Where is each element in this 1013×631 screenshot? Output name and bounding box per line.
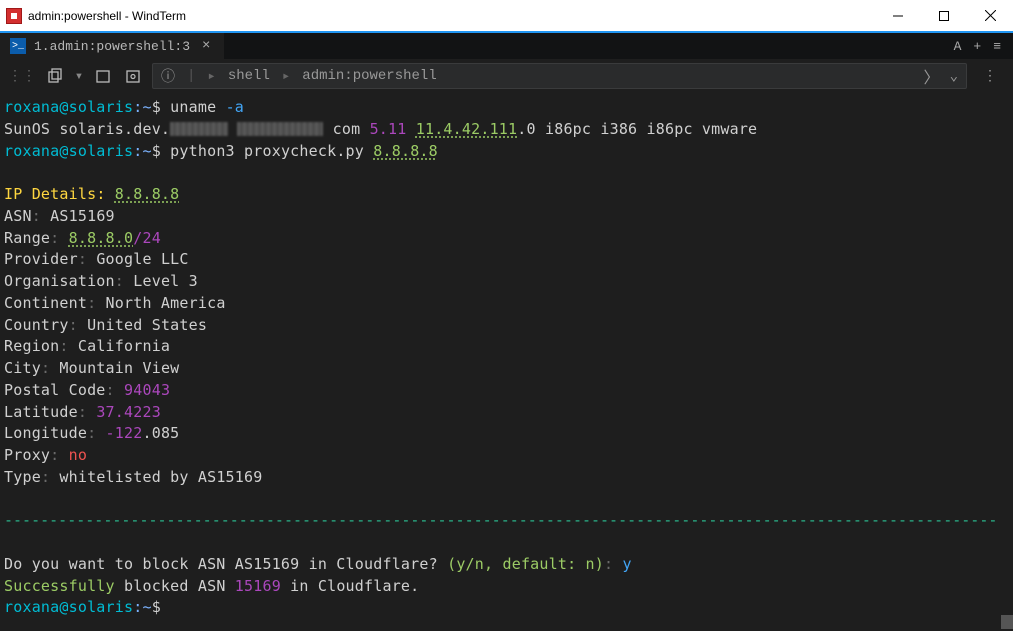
redacted-text (170, 122, 228, 136)
details-header-key: IP Details (4, 185, 96, 203)
question-hint: (y/n, default: n) (447, 555, 604, 573)
region-value: California (78, 337, 170, 355)
tab-session[interactable]: >_ 1.admin:powershell:3 × (0, 33, 224, 59)
command-text: uname (170, 98, 216, 116)
country-value: United States (87, 316, 207, 334)
range-ip: 8.8.8.0 (69, 229, 134, 247)
continent-value: North America (106, 294, 226, 312)
prompt-dollar: $ (152, 98, 161, 116)
tab-close-button[interactable]: × (198, 38, 214, 54)
lat-key: Latitude (4, 403, 78, 421)
prompt-userhost: roxana@solaris (4, 598, 133, 616)
result-text: in Cloudflare. (281, 577, 419, 595)
breadcrumb-seg[interactable]: admin:powershell (302, 68, 436, 84)
type-value: whitelisted by AS15169 (59, 468, 262, 486)
range-key: Range (4, 229, 50, 247)
window-title: admin:powershell - WindTerm (28, 9, 186, 23)
more-icon[interactable]: ⋮ (975, 68, 1005, 85)
copy-icon[interactable] (44, 65, 66, 87)
command-flag: -a (226, 98, 244, 116)
lon-rest: .085 (142, 424, 179, 442)
postal-value: 94043 (124, 381, 170, 399)
lon-key: Longitude (4, 424, 87, 442)
breadcrumb-seg[interactable]: shell (228, 68, 270, 84)
settings-icon[interactable] (122, 65, 144, 87)
result-text: blocked ASN (115, 577, 235, 595)
drag-handle-icon[interactable]: ⋮⋮ (8, 68, 36, 85)
prompt-userhost: roxana@solaris (4, 98, 133, 116)
powershell-icon: >_ (10, 38, 26, 54)
details-header-ip: 8.8.8.8 (115, 185, 180, 203)
prompt-dollar: $ (152, 598, 161, 616)
continent-key: Continent (4, 294, 87, 312)
dropdown-icon[interactable]: ▾ (74, 65, 84, 87)
redacted-text (237, 122, 323, 136)
command-text: python3 proxycheck.py (170, 142, 364, 160)
result-asn: 15169 (235, 577, 281, 595)
font-indicator[interactable]: A (954, 39, 962, 54)
uname-output: SunOS solaris.dev. com 5.11 11.4.42.111.… (4, 120, 757, 138)
titlebar: admin:powershell - WindTerm (0, 0, 1013, 31)
prompt-dollar: $ (152, 142, 161, 160)
tab-menu-button[interactable]: ≡ (993, 39, 1001, 54)
close-button[interactable] (967, 0, 1013, 31)
type-key: Type (4, 468, 41, 486)
provider-key: Provider (4, 250, 78, 268)
chevron-right-icon: ▸ (282, 68, 290, 85)
ip-argument: 8.8.8.8 (373, 142, 438, 160)
asn-value: AS15169 (50, 207, 115, 225)
org-key: Organisation (4, 272, 115, 290)
chevron-right-icon: ▸ (207, 68, 215, 85)
city-key: City (4, 359, 41, 377)
tabstrip: >_ 1.admin:powershell:3 × A + ≡ (0, 31, 1013, 59)
minimize-button[interactable] (875, 0, 921, 31)
new-window-icon[interactable] (92, 65, 114, 87)
range-cidr: /24 (133, 229, 161, 247)
question-text: Do you want to block ASN AS15169 in Clou… (4, 555, 438, 573)
org-value: Level 3 (133, 272, 198, 290)
lat-value: 37.4223 (96, 403, 161, 421)
provider-value: Google LLC (96, 250, 188, 268)
tab-label: 1.admin:powershell:3 (34, 39, 190, 54)
region-key: Region (4, 337, 59, 355)
prompt-path: :~ (133, 98, 151, 116)
toolbar: ⋮⋮ ▾ ⓘ | ▸ shell ▸ admin:powershell 〉 ⌄ … (0, 59, 1013, 93)
divider-line: ----------------------------------------… (4, 511, 997, 529)
lon-neg: -122 (106, 424, 143, 442)
forward-icon[interactable]: 〉 (924, 64, 940, 88)
app-icon (6, 8, 22, 24)
breadcrumb-bar[interactable]: ⓘ | ▸ shell ▸ admin:powershell 〉 ⌄ (152, 63, 967, 89)
chevron-down-icon[interactable]: ⌄ (950, 68, 958, 85)
question-answer: y (623, 555, 632, 573)
info-icon[interactable]: ⓘ (161, 66, 175, 86)
new-tab-button[interactable]: + (973, 39, 981, 54)
prompt-userhost: roxana@solaris (4, 142, 133, 160)
city-value: Mountain View (59, 359, 179, 377)
scrollbar-thumb[interactable] (1001, 615, 1013, 629)
proxy-value: no (69, 446, 87, 464)
postal-key: Postal Code (4, 381, 106, 399)
terminal-output[interactable]: roxana@solaris:~$ uname -a SunOS solaris… (0, 93, 1013, 627)
country-key: Country (4, 316, 69, 334)
maximize-button[interactable] (921, 0, 967, 31)
prompt-path: :~ (133, 142, 151, 160)
success-word: Successfully (4, 577, 115, 595)
prompt-path: :~ (133, 598, 151, 616)
proxy-key: Proxy (4, 446, 50, 464)
asn-key: ASN (4, 207, 32, 225)
window-controls (875, 0, 1013, 31)
